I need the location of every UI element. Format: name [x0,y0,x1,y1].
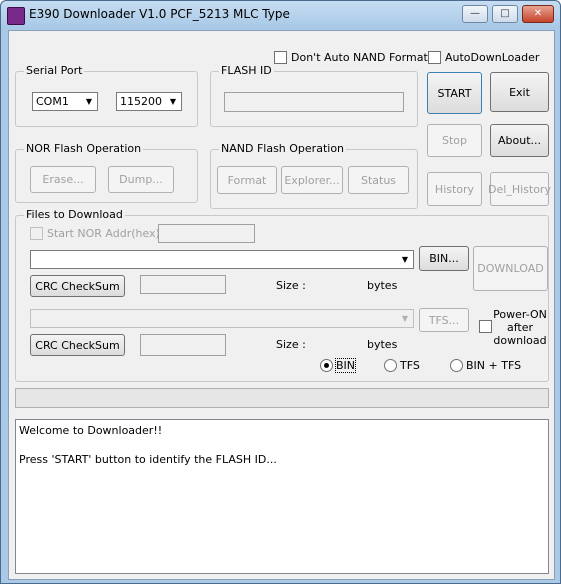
bin-crc-value-field [140,275,226,294]
log-line: Press 'START' button to identify the FLA… [19,453,277,466]
log-line: Welcome to Downloader!! [19,424,163,437]
nand-flash-group: NAND Flash Operation Format Explorer... … [210,142,418,209]
download-button[interactable]: DOWNLOAD [473,246,548,291]
flash-id-group: FLASH ID [210,64,418,127]
nand-flash-label: NAND Flash Operation [219,142,347,155]
del-history-button[interactable]: Del_History [488,172,551,206]
window-title: E390 Downloader V1.0 PCF_5213 MLC Type [29,7,290,21]
baud-rate-value: 115200 [120,95,162,108]
chevron-down-icon: ▼ [169,97,177,106]
stop-button[interactable]: Stop [427,124,482,157]
serial-port-select[interactable]: COM1 ▼ [32,92,98,111]
start-nor-addr-input[interactable] [158,224,255,243]
flash-id-field [224,92,404,112]
files-to-download-label: Files to Download [24,208,125,221]
download-progress-bar [15,388,549,408]
maximize-icon[interactable]: □ [492,5,518,23]
power-on-line-2: after [506,321,534,334]
about-button[interactable]: About... [490,124,549,157]
chevron-down-icon: ▼ [401,314,409,323]
start-nor-addr-checkbox[interactable] [30,227,43,240]
tfs-crc-value-field [140,334,226,356]
baud-rate-select[interactable]: 115200 ▼ [116,92,182,111]
radio-bin-tfs[interactable] [450,359,463,372]
nor-flash-group: NOR Flash Operation Erase... Dump... [15,142,198,203]
dialog-client-area: Don't Auto NAND Format AutoDownLoader Se… [8,30,555,580]
power-on-line-3: download [493,334,547,347]
bin-browse-button[interactable]: BIN... [419,246,469,271]
dont-auto-nand-format-label: Don't Auto NAND Format [291,51,428,64]
files-to-download-group: Files to Download Start NOR Addr(hex): ▼… [15,208,550,382]
tfs-bytes-label: bytes [367,338,398,351]
bin-bytes-label: bytes [367,279,398,292]
flash-id-label: FLASH ID [219,64,274,77]
app-window: E390 Downloader V1.0 PCF_5213 MLC Type —… [0,0,561,584]
close-icon[interactable]: ✕ [522,5,554,23]
chevron-down-icon: ▼ [85,97,93,106]
history-button[interactable]: History [427,172,482,206]
bin-size-label: Size : [276,279,306,292]
radio-bin-label: BIN [334,358,357,373]
power-on-line-1: Power-ON [493,308,547,321]
explorer-button[interactable]: Explorer... [281,166,343,194]
chevron-down-icon: ▼ [401,255,409,264]
auto-downloader-checkbox[interactable] [428,51,441,64]
start-button[interactable]: START [427,72,482,114]
exit-button[interactable]: Exit [490,72,549,112]
auto-downloader-label: AutoDownLoader [445,51,540,64]
serial-port-value: COM1 [36,95,69,108]
radio-tfs-label: TFS [400,359,420,372]
radio-bin-tfs-label: BIN + TFS [466,359,522,372]
serial-port-label: Serial Port [24,64,85,77]
bin-file-select[interactable]: ▼ [30,250,414,269]
power-on-after-download-label: Power-ON after download [490,308,550,347]
tfs-file-select[interactable]: ▼ [30,309,414,328]
status-button[interactable]: Status [348,166,409,194]
start-nor-addr-label: Start NOR Addr(hex): [47,227,164,240]
radio-selected-dot [324,363,329,368]
erase-button[interactable]: Erase... [30,166,96,193]
log-output[interactable]: Welcome to Downloader!! Press 'START' bu… [15,419,549,574]
tfs-browse-button[interactable]: TFS... [419,308,469,332]
serial-port-group: Serial Port COM1 ▼ 115200 ▼ [15,64,198,127]
minimize-icon[interactable]: — [462,5,488,23]
dump-button[interactable]: Dump... [108,166,174,193]
radio-tfs[interactable] [384,359,397,372]
dont-auto-nand-format-checkbox[interactable] [274,51,287,64]
bin-crc-checksum-button[interactable]: CRC CheckSum [30,275,125,297]
app-icon [7,7,25,25]
nor-flash-label: NOR Flash Operation [24,142,144,155]
title-bar: E390 Downloader V1.0 PCF_5213 MLC Type —… [1,1,560,29]
tfs-crc-checksum-button[interactable]: CRC CheckSum [30,334,125,356]
format-button[interactable]: Format [217,166,277,194]
radio-bin[interactable] [320,359,333,372]
tfs-size-label: Size : [276,338,306,351]
